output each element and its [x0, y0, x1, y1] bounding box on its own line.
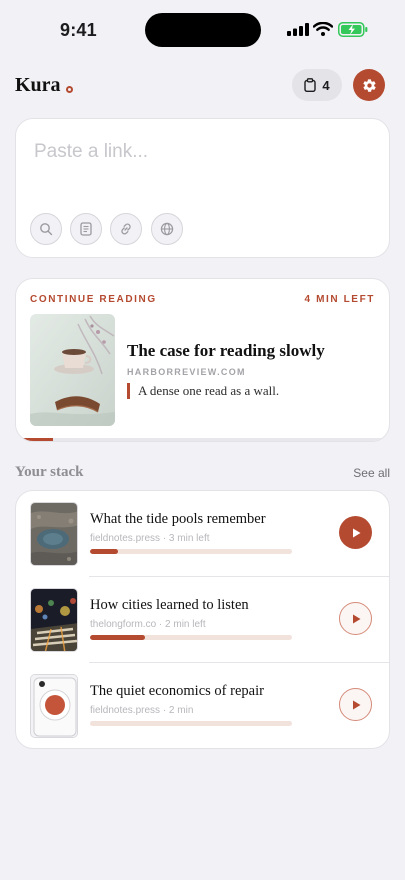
search-button[interactable]	[30, 213, 62, 245]
continue-reading-label: CONTINUE READING	[30, 294, 157, 305]
time-left-label: 4 MIN LEFT	[304, 294, 375, 305]
list-item[interactable]: The quiet economics of repair fieldnotes…	[16, 663, 389, 748]
item-progress-fill	[90, 635, 145, 640]
item-progress-fill	[90, 549, 119, 554]
settings-button[interactable]	[353, 69, 385, 101]
item-progress-bar	[90, 635, 292, 640]
reading-progress-fill	[16, 438, 54, 441]
wifi-icon	[313, 22, 333, 36]
list-item[interactable]: What the tide pools remember fieldnotes.…	[16, 491, 389, 577]
battery-charging-icon	[338, 22, 368, 37]
stack-heading: Your stack	[15, 464, 84, 480]
play-icon	[352, 614, 360, 623]
play-icon	[352, 700, 360, 709]
item-thumbnail	[30, 588, 78, 652]
paste-link-input[interactable]	[34, 141, 364, 163]
status-time: 9:41	[60, 20, 97, 40]
document-button[interactable]	[70, 213, 102, 245]
list-item[interactable]: How cities learned to listen thelongform…	[16, 577, 389, 663]
item-meta: thelongform.co · 2 min left	[90, 619, 206, 630]
item-progress-bar	[90, 549, 292, 554]
search-icon	[40, 223, 53, 236]
stack-count: 4	[322, 77, 330, 93]
item-title: What the tide pools remember	[90, 511, 266, 527]
globe-icon	[160, 222, 174, 236]
item-thumbnail	[30, 674, 78, 738]
paste-link-card	[15, 118, 390, 258]
article-thumbnail	[30, 314, 115, 426]
dynamic-island	[145, 13, 261, 47]
article-description: A dense one read as a wall.	[127, 383, 279, 399]
web-button[interactable]	[151, 213, 183, 245]
play-button[interactable]	[339, 602, 372, 635]
status-bar: 9:41	[0, 0, 405, 60]
item-title: The quiet economics of repair	[90, 683, 264, 699]
document-icon	[80, 222, 92, 236]
item-thumbnail	[30, 502, 78, 566]
play-button[interactable]	[339, 688, 372, 721]
article-source: HARBORREVIEW.COM	[127, 367, 246, 377]
item-title: How cities learned to listen	[90, 597, 249, 613]
play-button[interactable]	[339, 516, 372, 549]
stack-count-button[interactable]: 4	[292, 69, 342, 101]
continue-reading-card[interactable]: CONTINUE READING 4 MIN LEFT The case for…	[15, 278, 390, 442]
article-title: The case for reading slowly	[127, 341, 325, 360]
see-all-link[interactable]: See all	[353, 466, 390, 480]
app-logo: Kura	[15, 74, 61, 96]
reading-progress-bar	[16, 438, 389, 441]
logo-dot	[66, 86, 73, 93]
stack-list: What the tide pools remember fieldnotes.…	[15, 490, 390, 749]
item-meta: fieldnotes.press · 3 min left	[90, 533, 210, 544]
link-button[interactable]	[110, 213, 142, 245]
item-progress-bar	[90, 721, 292, 726]
play-icon	[352, 528, 360, 537]
clipboard-icon	[304, 78, 317, 92]
item-meta: fieldnotes.press · 2 min	[90, 705, 194, 716]
gear-icon	[362, 78, 376, 92]
link-icon	[121, 223, 131, 235]
cellular-signal-icon	[287, 23, 309, 36]
